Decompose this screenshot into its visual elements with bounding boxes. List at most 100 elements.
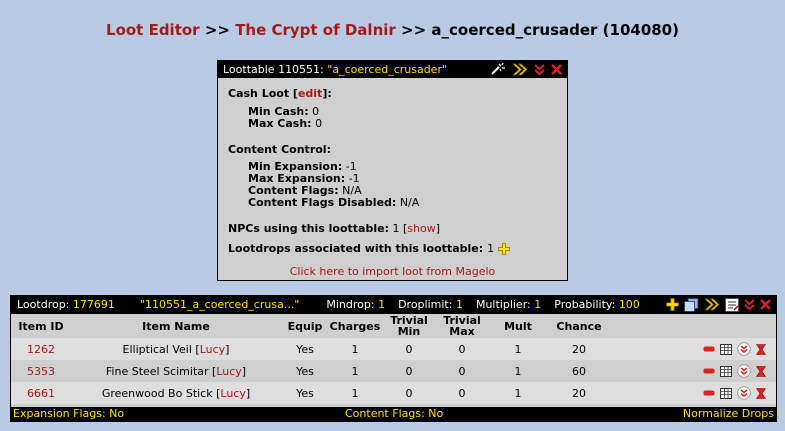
loottable-header-label: Loottable 110551:	[223, 63, 324, 76]
double-chevron-right-icon[interactable]	[704, 298, 720, 311]
delete-hourglass-icon[interactable]	[756, 365, 766, 377]
expansion-flags: Expansion Flags: No	[13, 407, 125, 420]
delete-x-icon[interactable]	[551, 64, 562, 75]
item-id-link[interactable]: 5353	[27, 365, 55, 378]
multiplier-value: 1	[534, 298, 542, 311]
maker-link[interactable]: Lucy	[220, 387, 245, 400]
charges-cell: 1	[329, 360, 381, 382]
lootdrop-panel: Lootdrop: 177691 "110551_a_coerced_crusa…	[10, 295, 777, 422]
add-plus-icon[interactable]	[498, 243, 511, 255]
row-actions	[609, 338, 776, 360]
lootdrops-associated-row: Lootdrops associated with this loottable…	[228, 243, 557, 255]
minus-icon[interactable]	[703, 368, 715, 374]
loottable-header: Loottable 110551: "a_coerced_crusader"	[218, 61, 567, 78]
breadcrumb-loot-editor[interactable]: Loot Editor	[106, 21, 200, 39]
lootdrop-header: Lootdrop: 177691 "110551_a_coerced_crusa…	[11, 296, 776, 314]
col-charges: Charges	[329, 314, 381, 338]
npcs-show-link[interactable]: show	[407, 222, 435, 235]
row-actions	[609, 382, 776, 404]
edit-list-icon[interactable]	[725, 297, 739, 312]
delete-hourglass-icon[interactable]	[756, 343, 766, 355]
loottable-panel: Loottable 110551: "a_coerced_crusader" C…	[217, 60, 568, 281]
chance-cell: 20	[549, 338, 609, 360]
breadcrumb-zone[interactable]: The Crypt of Dalnir	[235, 21, 396, 39]
add-plus-icon[interactable]	[666, 298, 679, 311]
item-name-cell: Fine Steel Scimitar [Lucy]	[71, 360, 281, 382]
max-cash-value: 0	[315, 117, 323, 130]
trivial-max-cell: 0	[437, 338, 487, 360]
breadcrumb-sep: >>	[401, 21, 427, 39]
equip-cell: Yes	[281, 382, 329, 404]
maker-link[interactable]: Lucy	[200, 343, 225, 356]
lootdrops-count: 1	[487, 242, 495, 255]
double-chevron-right-icon[interactable]	[512, 63, 528, 76]
row-actions	[609, 360, 776, 382]
col-equip: Equip	[281, 314, 329, 338]
minus-icon[interactable]	[703, 390, 715, 396]
trivial-max-cell: 0	[437, 360, 487, 382]
trivial-max-cell: 0	[437, 382, 487, 404]
double-chevron-down-icon[interactable]	[534, 63, 545, 76]
mult-cell: 1	[487, 338, 549, 360]
page-title: Loot Editor >> The Crypt of Dalnir >> a_…	[0, 21, 785, 39]
table-icon[interactable]	[720, 365, 732, 377]
chevron-circle-down-icon[interactable]	[737, 386, 751, 400]
loottable-header-name: "a_coerced_crusader"	[327, 63, 448, 76]
col-mult: Mult	[487, 314, 549, 338]
max-cash-label: Max Cash:	[248, 117, 312, 130]
table-row: 6661 Greenwood Bo Stick [Lucy] Yes 1 0 0…	[11, 382, 776, 404]
col-item-id: Item ID	[11, 314, 71, 338]
lootdrop-footer: Expansion Flags: No Content Flags: No No…	[11, 407, 776, 421]
col-chance: Chance	[549, 314, 609, 338]
table-row: 1262 Elliptical Veil [Lucy] Yes 1 0 0 1 …	[11, 338, 776, 360]
mult-cell: 1	[487, 360, 549, 382]
maker-link[interactable]: Lucy	[216, 365, 241, 378]
table-icon[interactable]	[720, 387, 732, 399]
npcs-count: 1	[392, 222, 400, 235]
trivial-min-cell: 0	[381, 360, 437, 382]
content-flags-footer: Content Flags: No	[345, 407, 444, 420]
chance-cell: 20	[549, 382, 609, 404]
delete-x-icon[interactable]	[760, 299, 771, 310]
breadcrumb-npc: a_coerced_crusader (104080)	[431, 21, 679, 39]
col-trivial-min: Trivial Min	[381, 314, 437, 338]
equip-cell: Yes	[281, 338, 329, 360]
normalize-drops-link[interactable]: Normalize Drops	[683, 407, 774, 421]
equip-cell: Yes	[281, 360, 329, 382]
chevron-circle-down-icon[interactable]	[737, 364, 751, 378]
cash-loot-heading: Cash Loot [edit]:	[228, 87, 332, 100]
minus-icon[interactable]	[703, 346, 715, 352]
table-icon[interactable]	[720, 343, 732, 355]
charges-cell: 1	[329, 338, 381, 360]
item-id-link[interactable]: 1262	[27, 343, 55, 356]
import-magelo-link[interactable]: Click here to import loot from Magelo	[290, 265, 496, 278]
col-item-name: Item Name	[71, 314, 281, 338]
col-actions	[609, 314, 776, 338]
content-flags-disabled-label: Content Flags Disabled:	[248, 196, 397, 209]
mindrop-value: 1	[378, 298, 386, 311]
lootdrop-label: Lootdrop:	[17, 298, 70, 311]
breadcrumb-sep: >>	[204, 21, 230, 39]
chevron-circle-down-icon[interactable]	[737, 342, 751, 356]
wand-icon[interactable]	[490, 63, 506, 76]
table-row: 5353 Fine Steel Scimitar [Lucy] Yes 1 0 …	[11, 360, 776, 382]
lootdrop-items-table: Item ID Item Name Equip Charges Trivial M…	[11, 314, 776, 404]
copy-icon[interactable]	[684, 297, 699, 312]
item-name-cell: Elliptical Veil [Lucy]	[71, 338, 281, 360]
trivial-min-cell: 0	[381, 382, 437, 404]
npcs-using-row: NPCs using this loottable: 1 [show]	[228, 222, 440, 235]
delete-hourglass-icon[interactable]	[756, 387, 766, 399]
lootdrop-id: 177691	[72, 298, 115, 311]
item-name-cell: Greenwood Bo Stick [Lucy]	[71, 382, 281, 404]
cash-edit-link[interactable]: edit	[298, 87, 322, 100]
probability-value: 100	[618, 298, 640, 311]
col-trivial-max: Trivial Max	[437, 314, 487, 338]
table-header-row: Item ID Item Name Equip Charges Trivial M…	[11, 314, 776, 338]
content-control-heading: Content Control:	[228, 143, 331, 156]
droplimit-value: 1	[455, 298, 463, 311]
charges-cell: 1	[329, 382, 381, 404]
item-id-link[interactable]: 6661	[27, 387, 55, 400]
lootdrop-name: "110551_a_coerced_crusa..."	[139, 298, 300, 311]
chance-cell: 60	[549, 360, 609, 382]
double-chevron-down-icon[interactable]	[744, 298, 755, 311]
